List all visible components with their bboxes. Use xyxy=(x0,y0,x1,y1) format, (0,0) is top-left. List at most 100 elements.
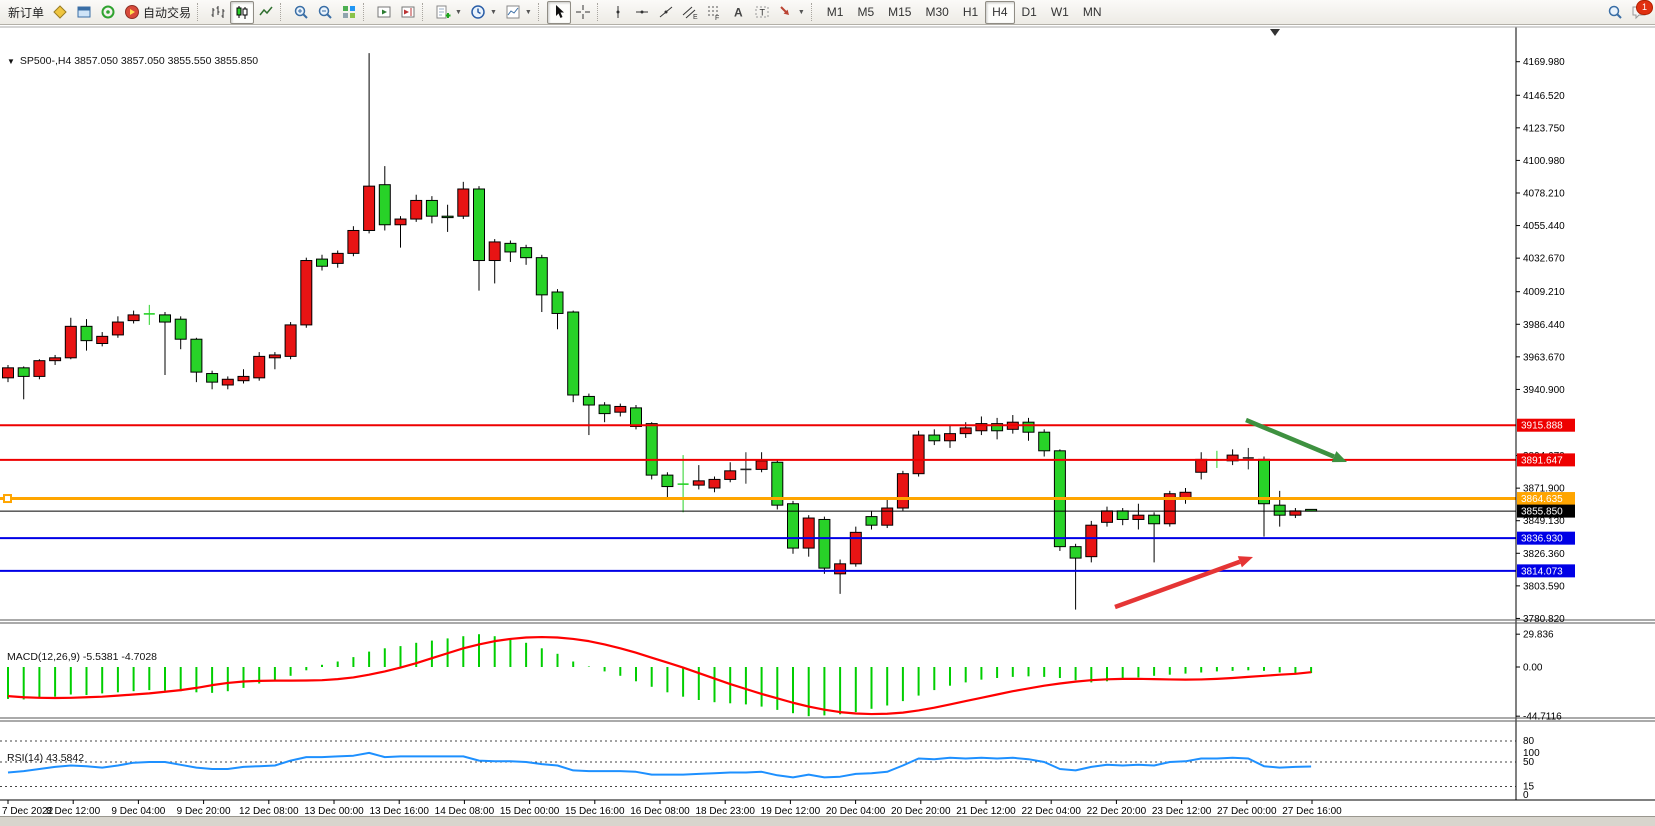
timeframe-d1[interactable]: D1 xyxy=(1015,1,1044,24)
timeframe-w1[interactable]: W1 xyxy=(1044,1,1076,24)
timeframe-m5[interactable]: M5 xyxy=(850,1,881,24)
chat-icon: 1 xyxy=(1631,4,1647,20)
crosshair-button[interactable] xyxy=(571,1,595,24)
svg-text:T: T xyxy=(759,8,765,18)
labelT-icon: T xyxy=(754,4,770,20)
rsi-label: RSI(14) 43.5842 xyxy=(7,752,84,764)
svg-text:-44.7116: -44.7116 xyxy=(1523,712,1562,723)
new-chart-button[interactable]: ▼ xyxy=(431,1,466,24)
new-order-button-label: 新订单 xyxy=(8,4,44,21)
timeframe-m15[interactable]: M15 xyxy=(881,1,918,24)
auto-scroll-button[interactable] xyxy=(372,1,396,24)
hline-button[interactable] xyxy=(630,1,654,24)
svg-text:50: 50 xyxy=(1523,757,1535,768)
timeframe-m30[interactable]: M30 xyxy=(918,1,955,24)
mt4-terminal: { "toolbar": { "badge_count": "1", "grou… xyxy=(0,0,1655,825)
chevron-down-icon[interactable]: ▼ xyxy=(798,9,805,16)
newchart-icon xyxy=(435,4,451,20)
textA-icon: A xyxy=(730,4,746,20)
chart-shift-button[interactable] xyxy=(396,1,420,24)
zoomin-icon xyxy=(293,4,309,20)
chartshift-icon xyxy=(400,4,416,20)
auto-trading-button-label: 自动交易 xyxy=(143,4,191,21)
auto-trading-button[interactable]: 自动交易 xyxy=(120,1,195,24)
bars-icon xyxy=(210,4,226,20)
chart-title-dropdown-icon[interactable]: ▼ xyxy=(7,57,15,66)
svg-text:3986.440: 3986.440 xyxy=(1523,320,1565,331)
chevron-down-icon[interactable]: ▼ xyxy=(455,9,462,16)
price-chart-plot[interactable]: 4169.9804146.5204123.7504100.9804078.210… xyxy=(0,25,1655,825)
svg-text:0: 0 xyxy=(1523,790,1529,801)
timeframe-h1-label: H1 xyxy=(963,5,978,19)
svg-text:80: 80 xyxy=(1523,736,1535,747)
bar-chart-mode-button[interactable] xyxy=(206,1,230,24)
svg-text:3803.590: 3803.590 xyxy=(1523,581,1565,592)
svg-text:4078.210: 4078.210 xyxy=(1523,188,1565,199)
timeframe-mn[interactable]: MN xyxy=(1076,1,1109,24)
chevron-down-icon[interactable]: ▼ xyxy=(525,9,532,16)
timeframe-h4[interactable]: H4 xyxy=(985,1,1014,24)
svg-text:3915.888: 3915.888 xyxy=(1521,421,1563,432)
label-button[interactable]: T xyxy=(750,1,774,24)
clock-icon xyxy=(470,4,486,20)
arrows-icon xyxy=(778,4,794,20)
timeframe-h1[interactable]: H1 xyxy=(956,1,985,24)
toolbar-separator xyxy=(363,3,368,21)
timeframe-m5-label: M5 xyxy=(857,5,874,19)
toolbar-separator xyxy=(280,3,285,21)
timeframe-m15-label: M15 xyxy=(888,5,911,19)
svg-text:3963.670: 3963.670 xyxy=(1523,352,1565,363)
chat-button[interactable]: 1 xyxy=(1627,1,1651,24)
svg-text:A: A xyxy=(734,6,743,20)
chart-title: ▼ SP500-,H4 3857.050 3857.050 3855.550 3… xyxy=(7,55,258,67)
hline-icon xyxy=(634,4,650,20)
candle-chart-mode-button[interactable] xyxy=(230,1,254,24)
search-button[interactable] xyxy=(1603,1,1627,24)
periods-button[interactable]: ▼ xyxy=(466,1,501,24)
trendline-button[interactable] xyxy=(654,1,678,24)
timeframe-d1-label: D1 xyxy=(1022,5,1037,19)
svg-text:3836.930: 3836.930 xyxy=(1521,534,1563,545)
arrows-button[interactable]: ▼ xyxy=(774,1,809,24)
timeframe-w1-label: W1 xyxy=(1051,5,1069,19)
svg-text:4123.750: 4123.750 xyxy=(1523,123,1565,134)
template-icon xyxy=(505,4,521,20)
crosshair-icon xyxy=(575,4,591,20)
toolbar-right-group: 1 xyxy=(1603,1,1651,24)
chevron-down-icon[interactable]: ▼ xyxy=(490,9,497,16)
svg-text:0.00: 0.00 xyxy=(1523,663,1543,674)
toolbar-separator xyxy=(197,3,202,21)
fibonacci-button[interactable]: F xyxy=(702,1,726,24)
svg-text:3849.130: 3849.130 xyxy=(1523,516,1565,527)
tile-windows-button[interactable] xyxy=(337,1,361,24)
svg-text:3826.360: 3826.360 xyxy=(1523,549,1565,560)
channel-icon: E xyxy=(682,4,698,20)
timeframe-mn-label: MN xyxy=(1083,5,1102,19)
svg-text:4146.520: 4146.520 xyxy=(1523,91,1565,102)
svg-text:3940.900: 3940.900 xyxy=(1523,385,1565,396)
templates-button[interactable]: ▼ xyxy=(501,1,536,24)
channel-button[interactable]: E xyxy=(678,1,702,24)
timeframe-m1-label: M1 xyxy=(827,5,844,19)
fibo-icon: F xyxy=(706,4,722,20)
timeframe-m1[interactable]: M1 xyxy=(820,1,851,24)
winblue-icon xyxy=(76,4,92,20)
zoom-out-button[interactable] xyxy=(313,1,337,24)
signals-button[interactable] xyxy=(96,1,120,24)
text-button[interactable]: A xyxy=(726,1,750,24)
toolbar-separator xyxy=(811,3,816,21)
zoomout-icon xyxy=(317,4,333,20)
new-order-button[interactable]: 新订单 xyxy=(4,1,48,24)
svg-text:4032.670: 4032.670 xyxy=(1523,254,1565,265)
timeframe-m30-label: M30 xyxy=(925,5,948,19)
svg-text:3780.820: 3780.820 xyxy=(1523,614,1565,625)
line-chart-mode-button[interactable] xyxy=(254,1,278,24)
market-watch-button[interactable] xyxy=(72,1,96,24)
cursor-icon xyxy=(551,4,567,20)
cursor-button[interactable] xyxy=(547,1,571,24)
svg-text:3855.850: 3855.850 xyxy=(1521,507,1563,518)
chart-profile-icon-button[interactable] xyxy=(48,1,72,24)
vline-button[interactable] xyxy=(606,1,630,24)
zoom-in-button[interactable] xyxy=(289,1,313,24)
svg-text:4055.440: 4055.440 xyxy=(1523,221,1565,232)
